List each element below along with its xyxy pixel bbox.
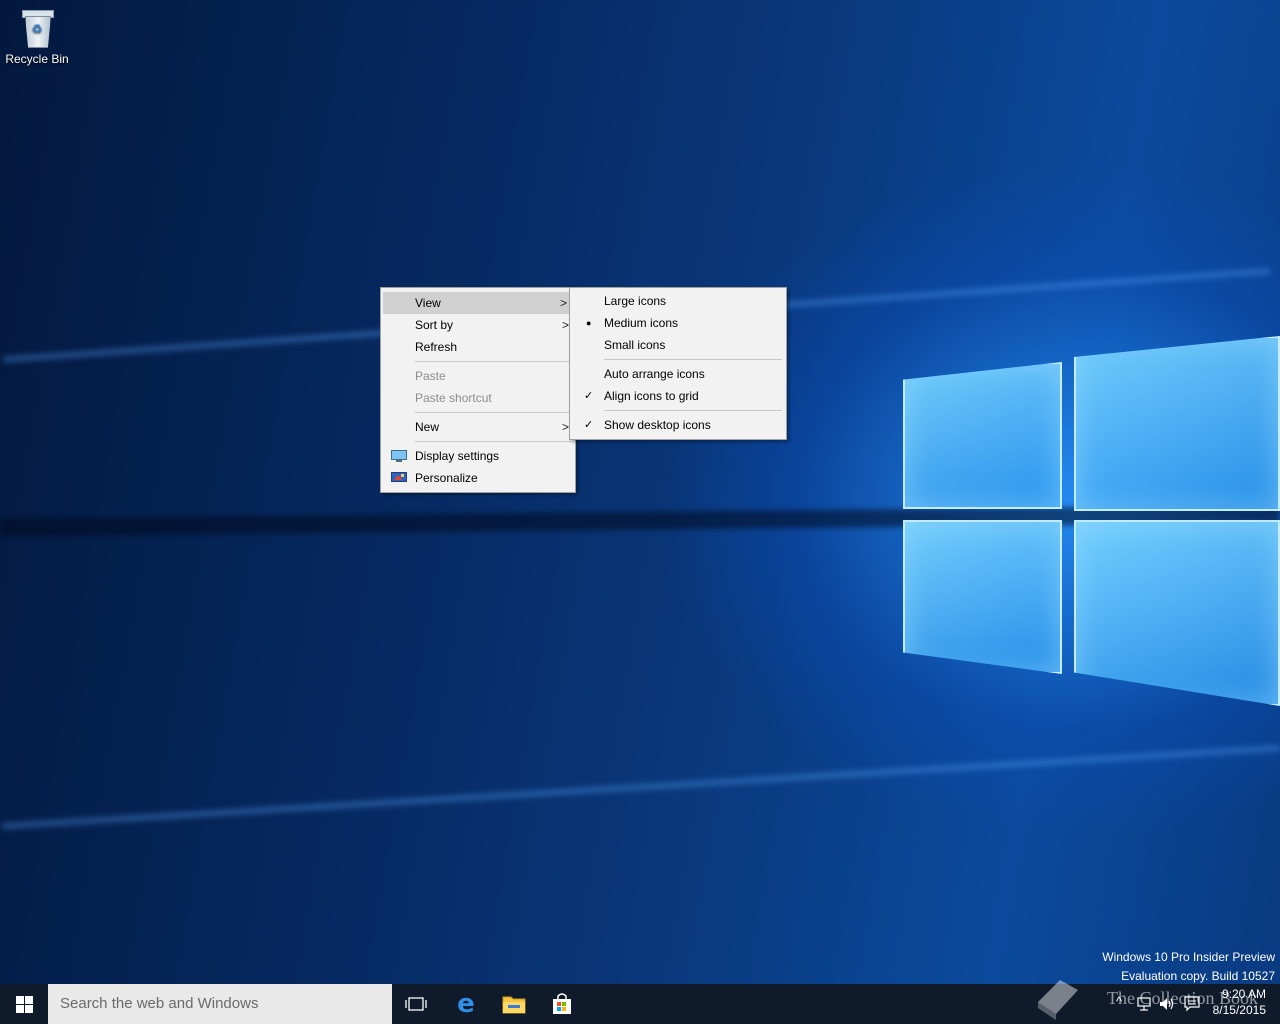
checkmark-icon: ✓	[584, 419, 594, 431]
menu-separator	[604, 359, 782, 360]
menu-item-label: Refresh	[415, 340, 458, 354]
menu-item-label: Display settings	[415, 449, 500, 463]
start-button[interactable]	[0, 984, 48, 1024]
window-pane	[1074, 520, 1280, 706]
menu-item-label: Personalize	[415, 471, 478, 485]
action-center-icon[interactable]	[1184, 996, 1200, 1012]
volume-icon[interactable]	[1158, 996, 1176, 1012]
menu-separator	[415, 361, 571, 362]
menu-item-display-settings[interactable]: Display settings	[381, 445, 575, 467]
submenu-item-auto-arrange[interactable]: Auto arrange icons	[570, 363, 786, 385]
watermark-build: Evaluation copy. Build 10527	[1121, 969, 1275, 983]
folder-icon	[502, 996, 526, 1014]
submenu-item-align-to-grid[interactable]: ✓ Align icons to grid	[570, 385, 786, 407]
menu-item-sort-by[interactable]: Sort by >	[381, 314, 575, 336]
store-bag-icon	[553, 993, 571, 1014]
menu-item-label: Sort by	[415, 318, 454, 332]
taskbar: Search the web and Windows e The Collect…	[0, 980, 1280, 1024]
menu-item-label: New	[415, 420, 440, 434]
task-view-icon	[405, 997, 427, 1011]
submenu-item-label: Small icons	[604, 338, 666, 352]
windows-logo-icon	[15, 995, 33, 1013]
window-pane	[1074, 336, 1280, 511]
clock-time: 9:20 AM	[1221, 987, 1266, 1001]
menu-item-paste: Paste	[381, 365, 575, 387]
menu-item-label: Paste	[415, 369, 446, 383]
submenu-item-medium-icons[interactable]: ● Medium icons	[570, 312, 786, 334]
recycle-bin-shortcut[interactable]: ♻ Recycle Bin	[4, 8, 70, 66]
network-icon[interactable]	[1136, 996, 1152, 1012]
edge-button[interactable]: e	[442, 984, 490, 1024]
menu-item-refresh[interactable]: Refresh	[381, 336, 575, 358]
menu-item-new[interactable]: New >	[381, 416, 575, 438]
chevron-right-icon: >	[561, 318, 569, 332]
submenu-item-show-desktop-icons[interactable]: ✓ Show desktop icons	[570, 414, 786, 436]
chevron-right-icon: >	[561, 420, 569, 434]
recycle-bin-label: Recycle Bin	[5, 52, 69, 66]
submenu-item-label: Auto arrange icons	[604, 367, 705, 381]
chevron-right-icon: >	[559, 296, 567, 310]
view-submenu: Large icons ● Medium icons Small icons A…	[569, 287, 787, 440]
window-pane	[903, 520, 1062, 674]
desktop[interactable]: ♻ Recycle Bin Windows 10 Pro Insider Pre…	[0, 0, 1280, 984]
menu-item-view[interactable]: View >	[383, 292, 573, 314]
menu-item-label: View	[415, 296, 441, 310]
file-explorer-button[interactable]	[490, 984, 538, 1024]
menu-item-label: Paste shortcut	[415, 391, 492, 405]
edge-icon: e	[457, 989, 475, 1019]
chevron-up-icon[interactable]: ^	[1116, 994, 1122, 1009]
desktop-context-menu: View > Sort by > Refresh Paste Paste sho…	[380, 287, 576, 493]
recycle-bin-icon: ♻	[20, 8, 54, 48]
task-view-button[interactable]	[392, 984, 440, 1024]
store-button[interactable]	[538, 984, 586, 1024]
submenu-item-large-icons[interactable]: Large icons	[570, 290, 786, 312]
menu-separator	[604, 410, 782, 411]
search-box[interactable]: Search the web and Windows	[48, 984, 392, 1024]
clock[interactable]: 9:20 AM 8/15/2015	[1213, 986, 1266, 1018]
menu-item-paste-shortcut: Paste shortcut	[381, 387, 575, 409]
menu-separator	[415, 441, 571, 442]
checkmark-icon: ✓	[584, 390, 594, 402]
menu-item-personalize[interactable]: Personalize	[381, 467, 575, 489]
submenu-item-label: Align icons to grid	[604, 389, 699, 403]
book-logo-icon	[1038, 980, 1078, 1020]
menu-separator	[415, 412, 571, 413]
submenu-item-label: Medium icons	[604, 316, 679, 330]
window-pane	[903, 362, 1062, 509]
radio-selected-icon: ●	[586, 318, 592, 328]
submenu-item-label: Large icons	[604, 294, 667, 308]
clock-date: 8/15/2015	[1212, 1003, 1266, 1017]
submenu-item-small-icons[interactable]: Small icons	[570, 334, 786, 356]
watermark-edition: Windows 10 Pro Insider Preview	[1102, 950, 1275, 964]
submenu-item-label: Show desktop icons	[604, 418, 711, 432]
monitor-icon	[391, 450, 407, 462]
personalize-icon	[391, 472, 407, 482]
light-beam	[2, 745, 1280, 830]
